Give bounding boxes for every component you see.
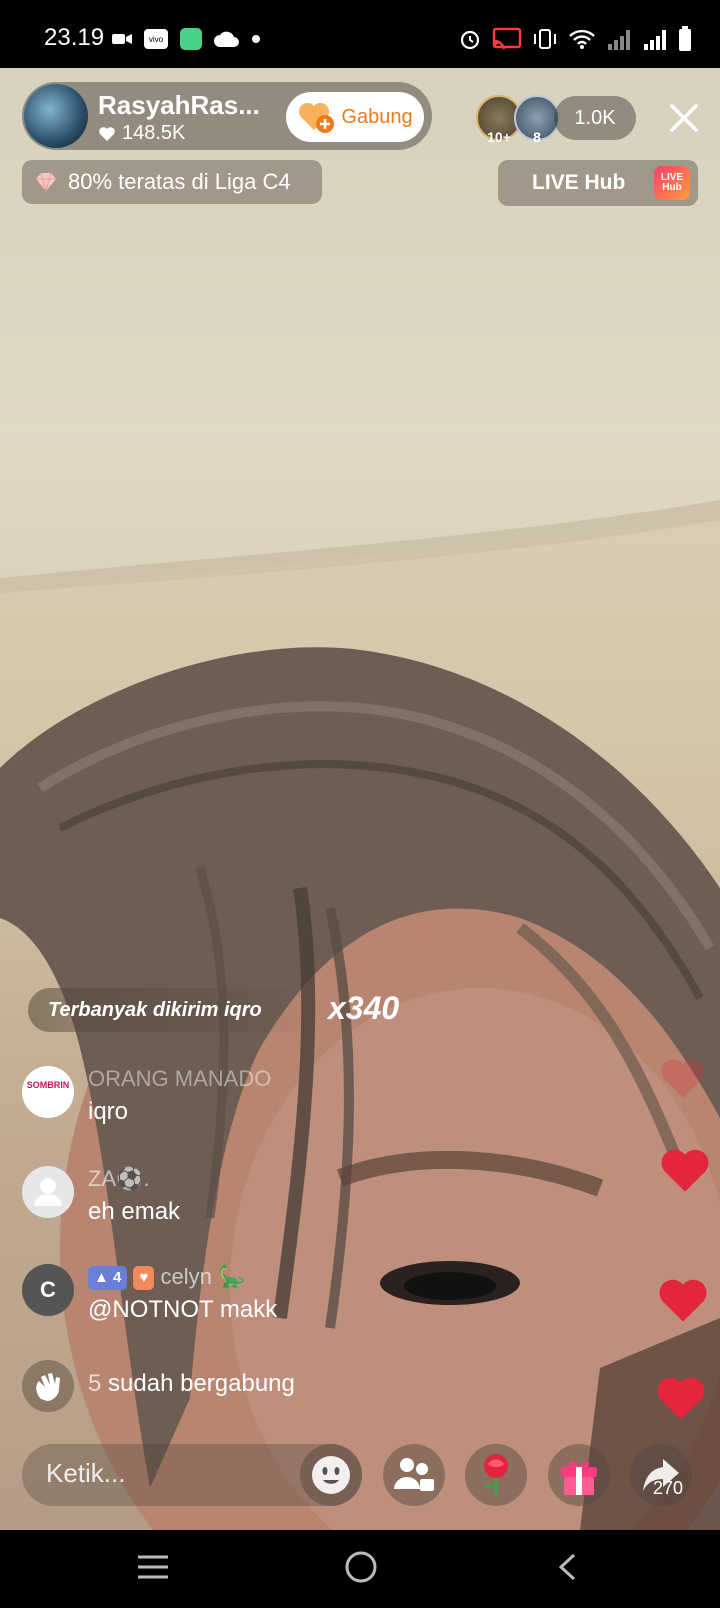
smiley-icon: [312, 1456, 350, 1494]
dot-icon: [252, 35, 260, 43]
top-viewers[interactable]: 10+ 8: [476, 95, 560, 145]
multi-guest-icon: [394, 1458, 434, 1491]
comment-text: @NOTNOT makk: [88, 1296, 278, 1323]
cloud-icon: [214, 31, 239, 47]
rose-gift-button[interactable]: [465, 1444, 527, 1506]
comment-item[interactable]: SOMBRIN ORANG MANADO iqro: [22, 1066, 602, 1128]
comment-input-placeholder[interactable]: Ketik...: [46, 1458, 125, 1489]
host-likes-count: 148.5K: [122, 122, 186, 144]
floating-heart-icon: [657, 1377, 705, 1420]
commenter-avatar[interactable]: SOMBRIN: [22, 1066, 74, 1118]
default-avatar-icon: [34, 1178, 62, 1206]
status-bar: 23.19 vivo: [0, 0, 720, 68]
host-avatar[interactable]: [24, 84, 88, 148]
gift-combo-count: x340: [328, 990, 400, 1026]
signal-1-icon: [608, 30, 630, 50]
live-hub-label: LIVE Hub: [532, 171, 626, 194]
top-gifter-text: Terbanyak dikirim iqro: [48, 998, 262, 1021]
diamond-icon: [36, 172, 56, 192]
fan-badge-icon: ♥: [133, 1266, 155, 1291]
floating-heart-icon: [659, 1279, 707, 1322]
live-hub-button[interactable]: LIVE Hub LIVE Hub: [498, 160, 698, 206]
vivo-icon: vivo: [144, 29, 168, 49]
share-count: 270: [653, 1478, 684, 1498]
top-gifter-banner: Terbanyak dikirim iqro: [28, 988, 318, 1032]
close-icon[interactable]: [664, 98, 704, 138]
heart-icon: [99, 126, 115, 141]
cast-icon: [492, 27, 522, 50]
commenter-name: celyn 🦕: [160, 1264, 246, 1289]
league-rank-text: 80% teratas di Liga C4: [68, 169, 291, 194]
viewer-badge: 8: [533, 129, 541, 145]
battery-icon: [679, 26, 691, 51]
signal-2-icon: [644, 30, 666, 50]
commenter-name-row[interactable]: ▲ 4 ♥ celyn 🦕: [88, 1264, 246, 1291]
commenter-name[interactable]: ZA⚽.: [88, 1166, 150, 1192]
gift-button[interactable]: [548, 1444, 610, 1506]
join-button-label: Gabung: [341, 105, 413, 128]
status-time: 23.19: [44, 24, 105, 51]
join-notice-text: 5 sudah bergabung: [88, 1370, 295, 1397]
comment-text: iqro: [88, 1098, 129, 1125]
host-name[interactable]: RasyahRas...: [98, 90, 260, 121]
join-button[interactable]: Gabung: [286, 92, 424, 142]
alarm-icon: [460, 30, 480, 50]
live-hub-logo: LIVE Hub: [654, 166, 690, 200]
commenter-name[interactable]: ORANG MANADO: [88, 1066, 271, 1092]
wifi-icon: [569, 29, 595, 49]
floating-heart-icon: [661, 1059, 705, 1098]
comment-text: eh emak: [88, 1198, 181, 1225]
menu-icon[interactable]: [136, 1554, 170, 1580]
join-notice: 5 sudah bergabung: [22, 1360, 602, 1412]
league-rank-pill[interactable]: 80% teratas di Liga C4: [22, 160, 322, 204]
guest-invite-button[interactable]: [383, 1444, 445, 1506]
video-camera-icon: [112, 34, 132, 44]
wave-hand-icon: [22, 1360, 74, 1412]
app-icon: [180, 28, 202, 50]
fan-club-heart-icon: [299, 102, 335, 133]
emoji-button[interactable]: [300, 1444, 362, 1506]
host-likes: 148.5K: [98, 122, 185, 145]
viewer-count[interactable]: 1.0K: [554, 96, 636, 140]
home-icon[interactable]: [344, 1550, 378, 1584]
rose-icon: [484, 1454, 508, 1496]
commenter-avatar[interactable]: C: [22, 1264, 74, 1316]
commenter-avatar[interactable]: [22, 1166, 74, 1218]
floating-heart-icon: [661, 1149, 709, 1192]
comment-item[interactable]: ZA⚽. eh emak: [22, 1166, 602, 1228]
back-icon[interactable]: [556, 1552, 578, 1582]
comment-item[interactable]: C ▲ 4 ♥ celyn 🦕 @NOTNOT makk: [22, 1264, 602, 1326]
vibrate-icon: [534, 29, 556, 49]
viewer-badge: 10+: [487, 129, 511, 145]
level-badge: ▲ 4: [88, 1266, 128, 1291]
gift-icon: [561, 1461, 597, 1495]
